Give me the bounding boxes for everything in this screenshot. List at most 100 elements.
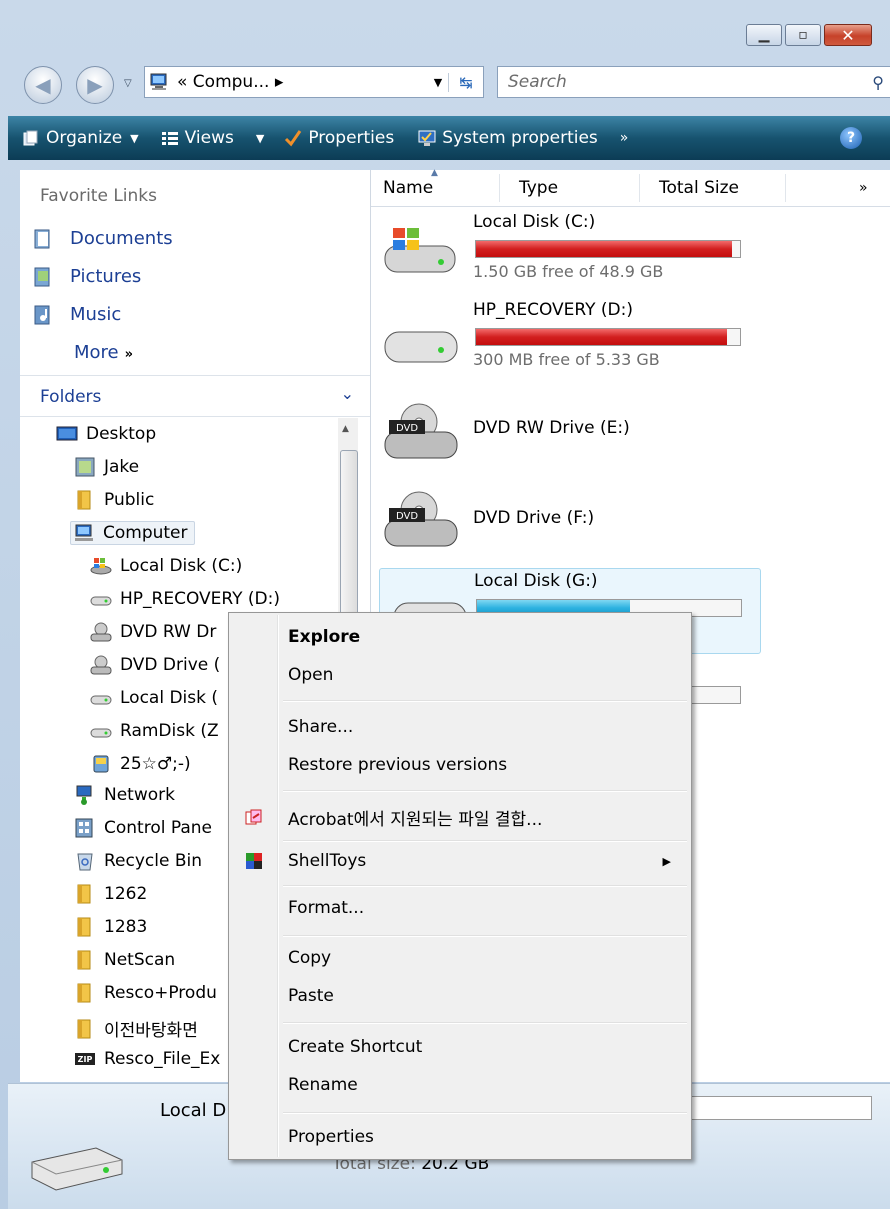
drive-item-c[interactable]: Local Disk (C:) 1.50 GB free of 48.9 GB bbox=[371, 210, 751, 294]
menu-item-label: Properties bbox=[288, 1127, 374, 1147]
tree-item-jake[interactable]: Jake bbox=[74, 457, 139, 477]
drive-icon bbox=[31, 1147, 123, 1191]
tree-item-ramdisk[interactable]: RamDisk (Z bbox=[90, 721, 219, 741]
close-button[interactable]: ✕ bbox=[824, 24, 872, 46]
drive-item-d[interactable]: HP_RECOVERY (D:) 300 MB free of 5.33 GB bbox=[371, 298, 751, 382]
menu-item-paste[interactable]: Paste bbox=[229, 978, 691, 1014]
pictures-icon bbox=[34, 267, 50, 286]
tree-item-label: Local Disk ( bbox=[120, 688, 219, 708]
tree-item-resco-produ[interactable]: Resco+Produ bbox=[74, 983, 217, 1003]
scroll-up-icon[interactable]: ▲ bbox=[342, 424, 349, 434]
close-icon: ✕ bbox=[841, 25, 855, 45]
refresh-icon[interactable]: ↹ bbox=[448, 72, 483, 92]
recent-pages-dropdown[interactable]: ▽ bbox=[124, 78, 132, 89]
address-dropdown-icon[interactable]: ▼ bbox=[428, 76, 448, 89]
menu-item-copy[interactable]: Copy bbox=[229, 940, 691, 976]
scrollbar-thumb[interactable] bbox=[340, 450, 358, 622]
menu-item-acrobat-combine[interactable]: Acrobat에서 지원되는 파일 결합... bbox=[229, 799, 691, 835]
menu-item-shelltoys[interactable]: ShellToys ▶ bbox=[229, 843, 691, 879]
dvd-drive-icon: DVD bbox=[384, 403, 458, 459]
tree-item-recycle-bin[interactable]: Recycle Bin bbox=[74, 851, 202, 871]
more-links-button[interactable]: More » bbox=[74, 342, 133, 363]
drive-usage-fill bbox=[476, 241, 733, 257]
tree-item-desktop[interactable]: Desktop bbox=[56, 424, 156, 444]
column-type[interactable]: Type bbox=[519, 178, 558, 198]
tree-item-label: DVD RW Dr bbox=[120, 622, 217, 642]
tree-item-label: 1283 bbox=[104, 917, 148, 937]
address-bar[interactable]: « Compu... ▸ ▼ ↹ bbox=[144, 66, 484, 98]
maximize-icon: ▫ bbox=[798, 27, 808, 43]
back-button[interactable]: ◀ bbox=[24, 66, 62, 104]
favorite-link-music[interactable]: Music bbox=[34, 304, 121, 325]
menu-item-label: Copy bbox=[288, 948, 332, 968]
organize-button[interactable]: Organize ▼ bbox=[22, 128, 139, 148]
svg-text:DVD: DVD bbox=[396, 511, 418, 522]
drive-item-e[interactable]: DVD DVD RW Drive (E:) bbox=[371, 388, 751, 472]
tree-item-netscan[interactable]: NetScan bbox=[74, 950, 175, 970]
tree-item-label: NetScan bbox=[104, 950, 176, 970]
favorite-links-title: Favorite Links bbox=[40, 186, 158, 206]
chevron-down-icon: ▼ bbox=[255, 131, 265, 145]
more-chevron-icon: » bbox=[124, 347, 134, 362]
shelltoys-icon bbox=[246, 853, 262, 869]
acrobat-icon bbox=[245, 809, 262, 825]
tree-item-network[interactable]: Network bbox=[74, 785, 175, 805]
menu-item-format[interactable]: Format... bbox=[229, 890, 691, 926]
column-name[interactable]: Name bbox=[383, 178, 433, 198]
menu-item-explore[interactable]: Explore bbox=[229, 619, 691, 655]
tree-item-local-disk-g[interactable]: Local Disk ( bbox=[90, 688, 218, 708]
columns-overflow-icon[interactable]: » bbox=[859, 180, 868, 196]
search-icon[interactable]: ⚲ bbox=[872, 73, 884, 92]
menu-item-open[interactable]: Open bbox=[229, 657, 691, 693]
menu-item-create-shortcut[interactable]: Create Shortcut bbox=[229, 1029, 691, 1065]
drive-item-f[interactable]: DVD DVD Drive (F:) bbox=[371, 476, 751, 560]
svg-text:DVD: DVD bbox=[396, 423, 418, 434]
tree-item-folder-1262[interactable]: 1262 bbox=[74, 884, 147, 904]
windows-drive-icon bbox=[384, 228, 456, 273]
menu-item-label: ShellToys bbox=[288, 851, 367, 871]
system-properties-button[interactable]: System properties bbox=[418, 128, 598, 148]
tree-item-folder-1283[interactable]: 1283 bbox=[74, 917, 147, 937]
favorite-link-documents[interactable]: Documents bbox=[34, 228, 173, 249]
help-icon[interactable]: ? bbox=[840, 127, 862, 149]
forward-button[interactable]: ▶ bbox=[76, 66, 114, 104]
tree-item-resco-file-ex[interactable]: ZIP Resco_File_Ex bbox=[74, 1049, 220, 1069]
drive-free-space: 300 MB free of 5.33 GB bbox=[473, 350, 660, 369]
views-button[interactable]: Views ▼ bbox=[161, 128, 265, 148]
tree-item-control-panel[interactable]: Control Pane bbox=[74, 818, 212, 838]
tree-item-media-device[interactable]: 25☆♂;-) bbox=[90, 754, 191, 774]
toolbar-overflow-button[interactable]: » bbox=[620, 130, 629, 146]
folders-title: Folders bbox=[40, 387, 102, 407]
search-placeholder: Search bbox=[508, 72, 567, 92]
tree-item-computer[interactable]: Computer bbox=[70, 521, 195, 545]
menu-item-share[interactable]: Share... bbox=[229, 709, 691, 745]
favorite-link-pictures[interactable]: Pictures bbox=[34, 266, 141, 287]
minimize-icon: ▁ bbox=[758, 27, 770, 43]
more-label: More bbox=[74, 342, 119, 363]
toolbar-overflow-icon: » bbox=[619, 130, 629, 146]
tree-item-label: Network bbox=[104, 785, 175, 805]
tree-item-dvd-drive[interactable]: DVD Drive ( bbox=[90, 655, 220, 675]
drive-icon bbox=[384, 331, 458, 363]
drive-free-space: 1.50 GB free of 48.9 GB bbox=[473, 262, 664, 281]
menu-item-rename[interactable]: Rename bbox=[229, 1067, 691, 1103]
tree-item-korean-folder[interactable]: 이전바탕화면 bbox=[74, 1016, 198, 1041]
folder-icon bbox=[77, 490, 91, 510]
maximize-button[interactable]: ▫ bbox=[785, 24, 821, 46]
menu-item-restore-previous-versions[interactable]: Restore previous versions bbox=[229, 747, 691, 783]
tree-item-hp-recovery-d[interactable]: HP_RECOVERY (D:) bbox=[90, 589, 280, 609]
tree-item-dvd-rw-drive[interactable]: DVD RW Dr bbox=[90, 622, 216, 642]
minimize-button[interactable]: ▁ bbox=[746, 24, 782, 46]
tree-item-public[interactable]: Public bbox=[74, 490, 154, 510]
search-box[interactable]: Search ⚲ bbox=[497, 66, 890, 98]
tree-item-local-disk-c[interactable]: Local Disk (C:) bbox=[90, 556, 242, 576]
drive-usage-bar bbox=[475, 240, 741, 258]
views-label: Views bbox=[184, 128, 234, 148]
dvd-drive-icon bbox=[90, 655, 112, 675]
folders-header[interactable]: Folders ⌄ bbox=[20, 375, 370, 417]
column-total-size[interactable]: Total Size bbox=[659, 178, 739, 198]
music-icon bbox=[34, 305, 50, 324]
menu-item-properties[interactable]: Properties bbox=[229, 1119, 691, 1155]
recycle-bin-icon bbox=[77, 853, 93, 871]
properties-button[interactable]: Properties bbox=[284, 128, 394, 148]
